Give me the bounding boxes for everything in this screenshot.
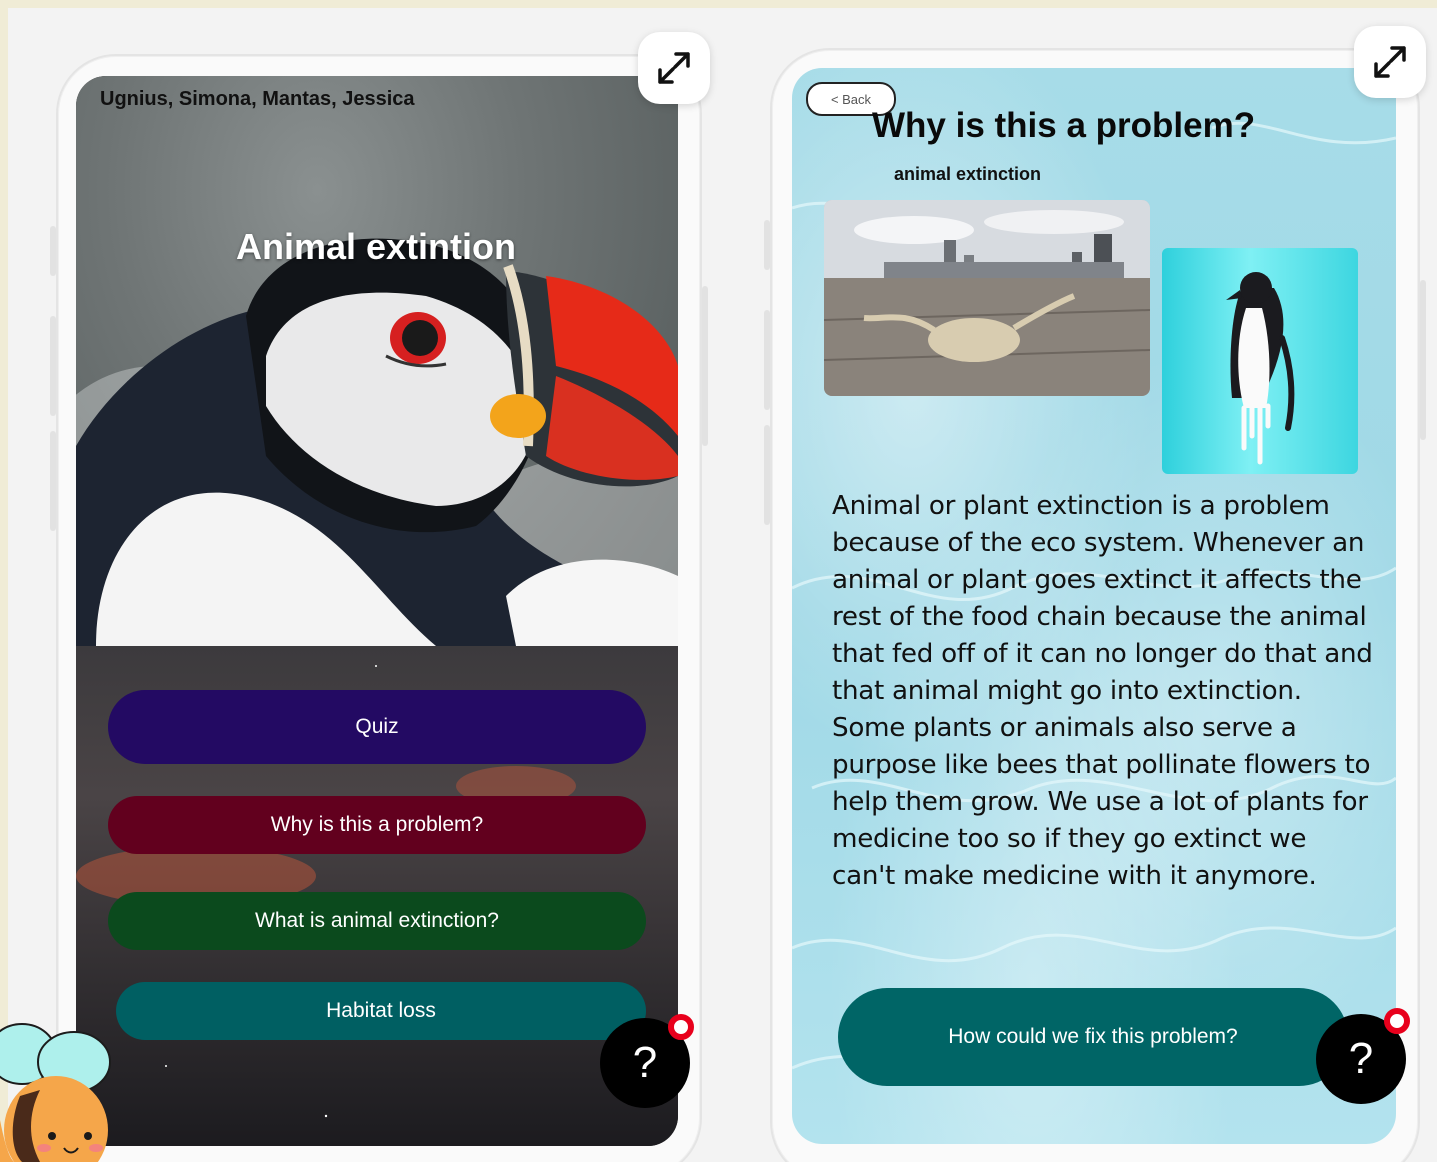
page-subtitle: animal extinction [894, 164, 1042, 184]
what-is-extinction-button[interactable]: What is animal extinction? [108, 892, 646, 950]
page-title: Why is this a problem? [872, 106, 1256, 145]
habitat-loss-button[interactable]: Habitat loss [116, 982, 646, 1040]
expand-button-right[interactable] [1354, 26, 1426, 98]
canvas: Ugnius, Simona, Mantas, Jessica Animal e… [8, 8, 1437, 1162]
notification-dot-left [668, 1014, 694, 1040]
quiz-button[interactable]: Quiz [108, 690, 646, 764]
right-app-screen: < Back Why is this a problem? animal ext… [792, 68, 1396, 1144]
desert-skull-image [824, 200, 1150, 396]
explanation-text: Animal or plant extinction is a problem … [832, 491, 1373, 891]
expand-icon [1374, 46, 1406, 78]
puffin-photo [76, 76, 678, 646]
team-members: Ugnius, Simona, Mantas, Jessica [100, 88, 415, 110]
why-problem-button[interactable]: Why is this a problem? [108, 796, 646, 854]
melting-penguin-image [1162, 248, 1358, 474]
fix-problem-button[interactable]: How could we fix this problem? [838, 988, 1348, 1086]
bee-mascot-icon [0, 1023, 111, 1162]
left-app-screen: Ugnius, Simona, Mantas, Jessica Animal e… [76, 76, 678, 1146]
expand-icon [658, 52, 690, 84]
page-title: Animal extintion [236, 226, 517, 267]
notification-dot-right [1384, 1008, 1410, 1034]
expand-button-left[interactable] [638, 32, 710, 104]
